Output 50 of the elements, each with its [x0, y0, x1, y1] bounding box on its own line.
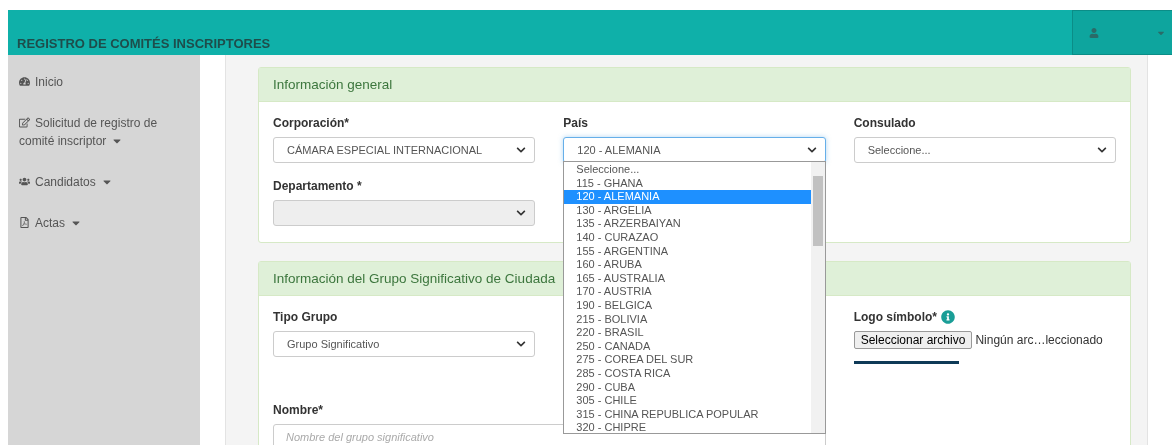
- dropdown-option[interactable]: 320 - CHIPRE: [564, 421, 811, 435]
- select-field[interactable]: Grupo Significativo: [273, 331, 536, 357]
- chevron-icon: [806, 145, 817, 155]
- sidebar-icon: [19, 176, 30, 187]
- dropdown-option[interactable]: 290 - CUBA: [564, 380, 811, 395]
- file-button[interactable]: Seleccionar archivo: [853, 331, 973, 349]
- dropdown-option[interactable]: 315 - CHINA REPUBLICA POPULAR: [564, 407, 811, 422]
- sidebar-icon: [19, 117, 30, 128]
- sidebar-item[interactable]: Actas: [19, 214, 184, 232]
- sidebar-item[interactable]: Inicio: [19, 73, 184, 91]
- select-field[interactable]: Seleccione...: [853, 137, 1116, 163]
- field-label: Departamento *: [273, 179, 362, 193]
- user-menu-button[interactable]: [1072, 10, 1172, 55]
- field-label: Consulado: [853, 116, 916, 130]
- field-label: País: [563, 116, 588, 130]
- select-field[interactable]: 120 - ALEMANIA: [563, 137, 826, 163]
- dropdown-option[interactable]: 250 - CANADA: [564, 339, 811, 354]
- dropdown-option[interactable]: 130 - ARGELIA: [564, 203, 811, 218]
- panel-title: Información general: [259, 68, 1130, 102]
- dropdown-option[interactable]: 220 - BRASIL: [564, 326, 811, 340]
- app-title: REGISTRO DE COMITÉS INSCRIPTORES: [16, 35, 271, 51]
- chevron-icon: [516, 339, 527, 349]
- sidebar-item[interactable]: Candidatos: [19, 173, 184, 191]
- dropdown-option[interactable]: 215 - BOLIVIA: [564, 312, 811, 327]
- file-status: Ningún arc…leccionado: [975, 333, 1103, 347]
- dropdown-option[interactable]: 165 - AUSTRALIA: [564, 271, 811, 286]
- dropdown-option[interactable]: 155 - ARGENTINA: [564, 244, 811, 259]
- chevron-icon: [1097, 145, 1107, 155]
- user-icon: [1089, 27, 1099, 38]
- dropdown-option[interactable]: 275 - COREA DEL SUR: [564, 353, 811, 367]
- dropdown-option[interactable]: 140 - CURAZAO: [564, 230, 811, 245]
- sidebar-icon: [19, 217, 30, 228]
- dropdown-option[interactable]: 115 - GHANA: [564, 176, 811, 191]
- field-label: Logo símbolo*: [853, 310, 937, 324]
- field-label: Nombre*: [273, 403, 323, 417]
- scrollbar[interactable]: [810, 162, 825, 433]
- chevron-icon: [516, 145, 527, 155]
- field-label: Corporación*: [273, 116, 349, 130]
- sidebar-icon: [19, 76, 30, 87]
- dropdown-option[interactable]: 305 - CHILE: [564, 394, 811, 408]
- dropdown-option[interactable]: 135 - ARZERBAIYAN: [564, 217, 811, 231]
- select-field[interactable]: CÁMARA ESPECIAL INTERNACIONAL: [273, 137, 536, 163]
- dropdown-option[interactable]: 170 - AUSTRIA: [564, 285, 811, 299]
- chevron-icon: [516, 208, 527, 218]
- dropdown-option[interactable]: Seleccione...: [564, 163, 811, 177]
- dropdown-option[interactable]: 285 - COSTA RICA: [564, 366, 811, 381]
- info-icon[interactable]: [941, 310, 955, 324]
- sidebar-item[interactable]: Solicitud de registro de comité inscriptor: [19, 114, 184, 150]
- field-label: Tipo Grupo: [273, 310, 338, 324]
- dropdown-option[interactable]: 190 - BELGICA: [564, 298, 811, 313]
